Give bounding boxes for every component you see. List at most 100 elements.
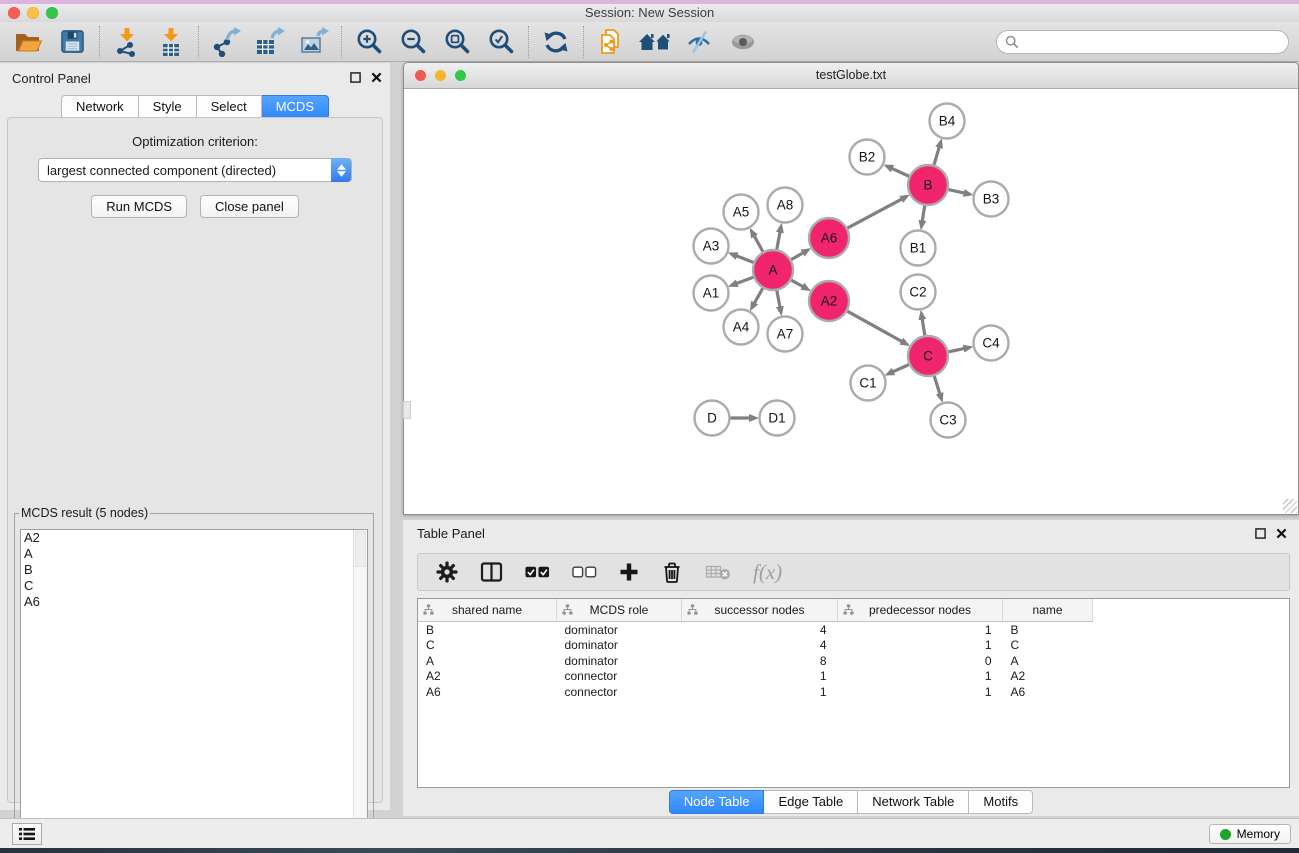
graph-node-label: A1 xyxy=(703,286,720,301)
refresh-icon xyxy=(542,28,570,56)
mcds-result-item[interactable]: C xyxy=(21,578,367,594)
mcds-list-scrollbar[interactable] xyxy=(353,530,367,847)
open-folder-icon xyxy=(13,29,43,55)
node-table: shared nameMCDS rolesuccessor nodesprede… xyxy=(418,599,1093,700)
add-column-button[interactable] xyxy=(619,562,639,582)
zoom-selected-button[interactable] xyxy=(479,24,523,60)
mcds-result-item[interactable]: A6 xyxy=(21,594,367,610)
tab-motifs[interactable]: Motifs xyxy=(969,790,1033,814)
table-cell: dominator xyxy=(557,638,682,654)
export-network-button[interactable] xyxy=(204,24,248,60)
graph-edge-A-A6 xyxy=(791,253,803,260)
run-mcds-button[interactable]: Run MCDS xyxy=(91,195,187,218)
import-network-button[interactable] xyxy=(105,24,149,60)
status-bar: Memory xyxy=(0,818,1299,849)
graph-edge-B-B1 xyxy=(922,206,924,221)
table-toolbar: f(x) xyxy=(417,553,1290,591)
mcds-result-item[interactable]: B xyxy=(21,562,367,578)
tab-select[interactable]: Select xyxy=(197,95,262,119)
select-all-checkboxes-button[interactable] xyxy=(525,565,550,579)
graph-node-label: C xyxy=(923,349,933,364)
save-session-button[interactable] xyxy=(50,24,94,60)
mcds-result-item[interactable]: A xyxy=(21,546,367,562)
graph-edge-B-B4 xyxy=(934,147,939,165)
export-image-button[interactable] xyxy=(292,24,336,60)
task-history-button[interactable] xyxy=(12,823,42,845)
graph-node-label: A3 xyxy=(703,239,720,254)
float-panel-icon[interactable] xyxy=(350,72,361,83)
first-neighbors-button[interactable] xyxy=(633,24,677,60)
delete-columns-button[interactable] xyxy=(661,561,683,584)
column-header-MCDS-role[interactable]: MCDS role xyxy=(557,599,682,622)
table-cell: connector xyxy=(557,684,682,700)
close-panel-icon[interactable] xyxy=(1276,528,1287,539)
refresh-layout-button[interactable] xyxy=(534,24,578,60)
attribute-type-icon xyxy=(843,604,854,615)
show-all-button[interactable] xyxy=(721,24,765,60)
column-header-successor-nodes[interactable]: successor nodes xyxy=(682,599,838,622)
gear-icon xyxy=(436,561,458,583)
zoom-fit-button[interactable] xyxy=(435,24,479,60)
float-panel-icon[interactable] xyxy=(1255,528,1266,539)
close-panel-button[interactable]: Close panel xyxy=(200,195,299,218)
split-panel-button[interactable] xyxy=(480,561,503,583)
column-header-shared-name[interactable]: shared name xyxy=(418,599,557,622)
table-row[interactable]: Cdominator41C xyxy=(418,638,1093,654)
deselect-all-checkboxes-button[interactable] xyxy=(572,565,597,579)
export-table-icon xyxy=(255,27,285,57)
search-input[interactable] xyxy=(1024,34,1288,50)
tab-edge-table[interactable]: Edge Table xyxy=(764,790,858,814)
eye-slash-icon xyxy=(686,29,712,55)
tab-network[interactable]: Network xyxy=(61,95,139,119)
table-row[interactable]: Bdominator41B xyxy=(418,622,1093,638)
graph-node-label: C3 xyxy=(939,413,956,428)
table-row[interactable]: A6connector11A6 xyxy=(418,684,1093,700)
table-row[interactable]: Adominator80A xyxy=(418,653,1093,669)
trash-icon xyxy=(661,561,683,584)
network-graph: B4B2BB3A8A5A6A3B1AC2A1A2A4A7C4CC1DD1C3 xyxy=(405,89,1299,515)
graph-edge-A-A1 xyxy=(737,277,754,283)
save-floppy-icon xyxy=(59,28,86,55)
hide-selected-button[interactable] xyxy=(677,24,721,60)
graph-node-label: B2 xyxy=(859,150,876,165)
import-table-button[interactable] xyxy=(149,24,193,60)
column-header-predecessor-nodes[interactable]: predecessor nodes xyxy=(838,599,1003,622)
criterion-dropdown[interactable]: largest connected component (directed) xyxy=(38,158,352,182)
tab-network-table[interactable]: Network Table xyxy=(858,790,969,814)
export-table-button[interactable] xyxy=(248,24,292,60)
split-columns-icon xyxy=(480,561,503,583)
network-window-title: testGlobe.txt xyxy=(404,68,1298,82)
zoom-in-icon xyxy=(356,28,383,55)
zoom-in-button[interactable] xyxy=(347,24,391,60)
mcds-result-item[interactable]: A2 xyxy=(21,530,367,546)
open-session-button[interactable] xyxy=(6,24,50,60)
table-cell: 8 xyxy=(682,653,838,669)
import-network-icon xyxy=(113,27,141,57)
table-row[interactable]: A2connector11A2 xyxy=(418,669,1093,685)
table-cell: 1 xyxy=(838,684,1003,700)
tab-style[interactable]: Style xyxy=(139,95,197,119)
table-cell: dominator xyxy=(557,653,682,669)
window-resize-grip[interactable] xyxy=(1283,499,1297,513)
close-panel-icon[interactable] xyxy=(371,72,382,83)
network-window-titlebar[interactable]: testGlobe.txt xyxy=(404,63,1298,89)
new-network-from-selection-button[interactable] xyxy=(589,24,633,60)
export-image-icon xyxy=(299,27,329,57)
table-settings-button[interactable] xyxy=(436,561,458,583)
column-header-name[interactable]: name xyxy=(1003,599,1093,622)
tab-node-table[interactable]: Node Table xyxy=(669,790,765,814)
canvas-left-grip[interactable] xyxy=(403,401,411,419)
tab-mcds[interactable]: MCDS xyxy=(262,95,329,119)
zoom-out-button[interactable] xyxy=(391,24,435,60)
graph-node-label: A2 xyxy=(821,294,838,309)
memory-button[interactable]: Memory xyxy=(1209,824,1291,844)
two-houses-icon xyxy=(638,30,672,54)
network-canvas[interactable]: B4B2BB3A8A5A6A3B1AC2A1A2A4A7C4CC1DD1C3 xyxy=(405,89,1297,513)
graph-edge-C-C1 xyxy=(893,365,909,372)
function-builder-button[interactable]: f(x) xyxy=(753,560,782,585)
graph-edge-A2-C xyxy=(847,311,901,341)
main-titlebar: Session: New Session xyxy=(0,4,1299,22)
table-cell: C xyxy=(418,638,557,654)
table-cell: 1 xyxy=(682,684,838,700)
delete-table-button[interactable] xyxy=(705,563,731,581)
